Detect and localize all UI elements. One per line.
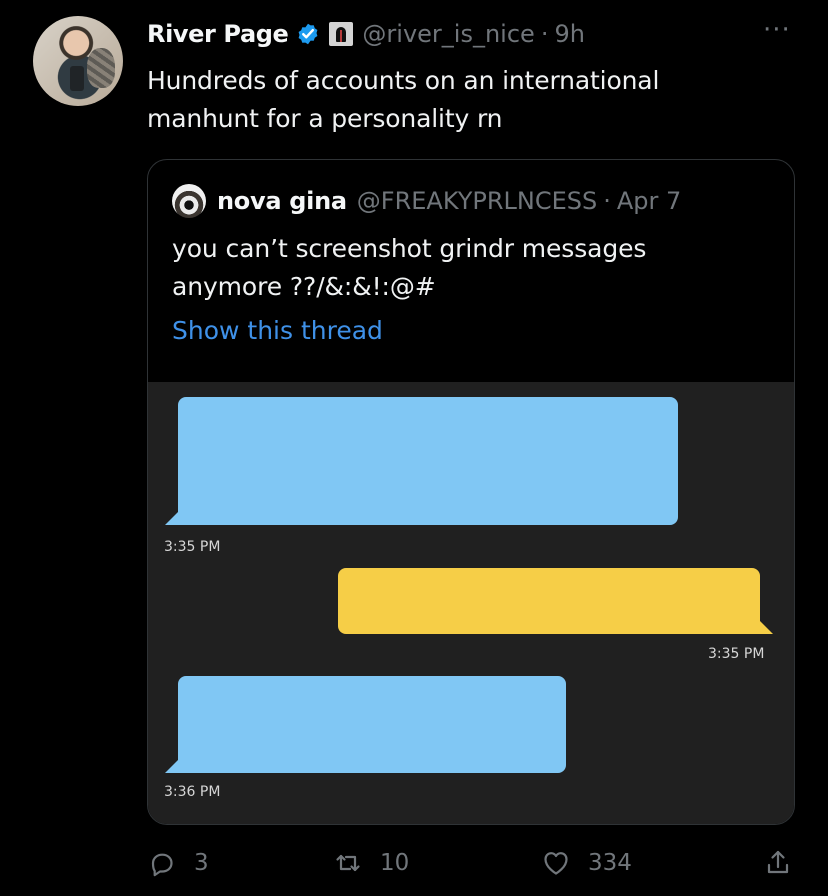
avatar-cat-detail xyxy=(87,48,115,88)
reply-button[interactable]: 3 xyxy=(147,843,209,883)
quoted-tweet[interactable]: nova gina @FREAKYPRLNCESS · Apr 7 you ca… xyxy=(147,159,795,825)
outgoing-message-bubble xyxy=(338,568,773,634)
tweet-time[interactable]: 9h xyxy=(554,20,584,48)
quoted-author-avatar[interactable] xyxy=(172,184,206,218)
quoted-author-handle[interactable]: @FREAKYPRLNCESS xyxy=(357,187,597,215)
quoted-tweet-header: nova gina @FREAKYPRLNCESS · Apr 7 xyxy=(172,183,681,219)
affiliate-badge-icon xyxy=(329,22,354,46)
share-button[interactable] xyxy=(763,843,793,883)
avatar-phone-detail xyxy=(70,66,84,91)
verified-badge-icon xyxy=(299,23,318,45)
incoming-message-bubble xyxy=(165,397,678,525)
tweet-author-name[interactable]: River Page xyxy=(147,20,289,48)
like-button[interactable]: 334 xyxy=(541,843,632,883)
incoming-message-bubble xyxy=(165,676,566,773)
share-icon xyxy=(767,850,789,874)
retweet-icon xyxy=(336,854,360,872)
tweet-author-avatar[interactable] xyxy=(33,16,123,106)
quoted-date-separator: · xyxy=(603,187,611,215)
show-thread-link[interactable]: Show this thread xyxy=(172,314,383,348)
tweet-header: River Page @river_is_nice · 9h xyxy=(147,17,585,51)
more-options-button[interactable]: ··· xyxy=(763,17,793,43)
chat-screenshot-image[interactable]: 3:35 PM 3:35 PM 3:36 PM xyxy=(148,382,794,824)
quoted-author-name[interactable]: nova gina xyxy=(217,187,347,215)
message-timestamp: 3:36 PM xyxy=(164,784,221,800)
heart-icon xyxy=(544,852,568,875)
tweet-author-handle[interactable]: @river_is_nice xyxy=(362,20,534,48)
message-timestamp: 3:35 PM xyxy=(708,646,765,662)
tweet-actions-bar: 3 10 334 xyxy=(147,843,801,883)
retweet-button[interactable]: 10 xyxy=(333,843,409,883)
quoted-tweet-date[interactable]: Apr 7 xyxy=(617,187,681,215)
message-timestamp: 3:35 PM xyxy=(164,539,221,555)
tweet-text: Hundreds of accounts on an international… xyxy=(147,62,757,138)
like-count: 334 xyxy=(588,850,632,876)
tweet-time-separator: · xyxy=(540,20,549,48)
tweet-text-line: manhunt for a personality rn xyxy=(147,104,503,133)
reply-icon xyxy=(151,853,173,877)
reply-count: 3 xyxy=(194,850,209,876)
tweet-text-line: Hundreds of accounts on an international xyxy=(147,66,660,95)
quoted-tweet-text: you can’t screenshot grindr messages any… xyxy=(172,230,762,306)
quoted-text-line: anymore ??/&:&!:@# xyxy=(172,272,436,301)
retweet-count: 10 xyxy=(380,850,410,876)
quoted-text-line: you can’t screenshot grindr messages xyxy=(172,234,647,263)
